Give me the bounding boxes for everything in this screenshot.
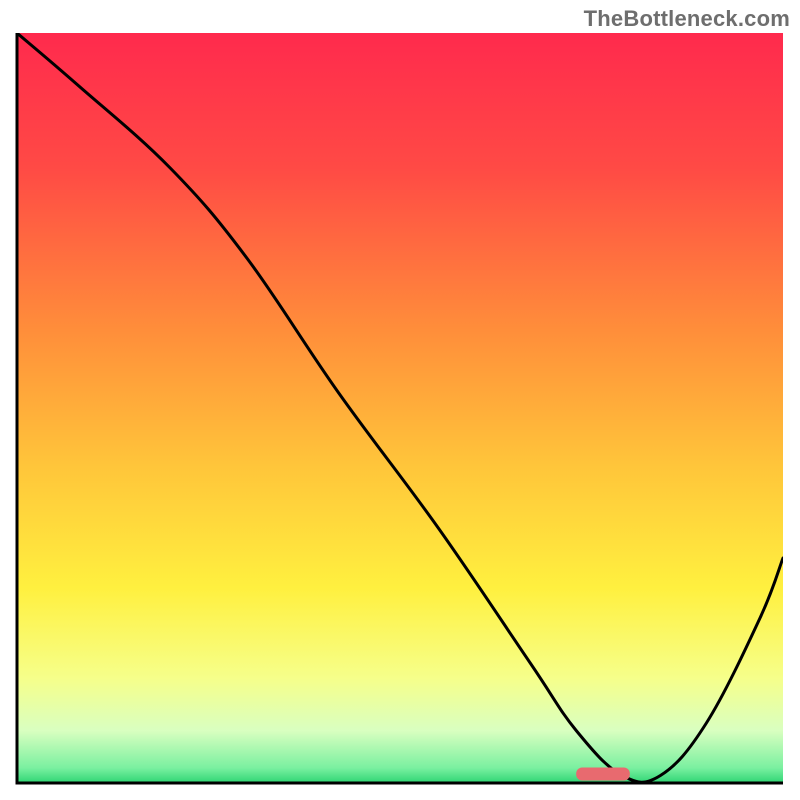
bottleneck-chart: [0, 0, 800, 800]
optimal-range-marker: [576, 768, 630, 781]
gradient-background: [17, 33, 783, 783]
chart-svg: [0, 0, 800, 800]
watermark-text: TheBottleneck.com: [584, 6, 790, 32]
